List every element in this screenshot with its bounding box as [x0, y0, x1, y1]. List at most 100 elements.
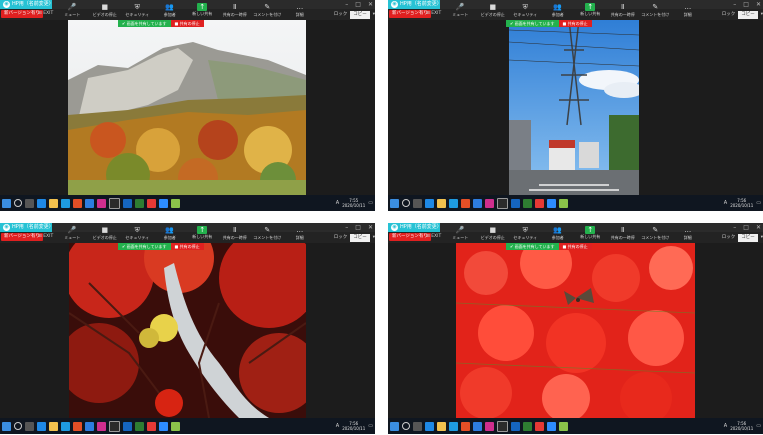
ime-indicator[interactable]: A — [724, 200, 727, 206]
folder-icon[interactable] — [437, 421, 446, 431]
edge-icon[interactable] — [425, 421, 434, 431]
copy-dropdown[interactable]: コピー — [738, 10, 758, 19]
notification-icon[interactable]: ▭ — [368, 423, 373, 429]
exit-button[interactable]: ⊞ EXIT — [38, 233, 53, 241]
maximize-icon[interactable]: □ — [355, 0, 361, 9]
minimize-icon[interactable]: – — [345, 0, 348, 9]
stop-share-button[interactable]: ■ 共有の停止 — [558, 20, 592, 27]
word-icon[interactable] — [123, 198, 132, 208]
photos-icon[interactable] — [171, 198, 180, 208]
search-icon[interactable] — [402, 199, 410, 207]
edge-icon[interactable] — [425, 198, 434, 208]
taskbar-clock[interactable]: 7:56 2020/10/11 — [730, 421, 753, 431]
annotate-button[interactable]: ✎ コメントを付け — [639, 3, 672, 20]
windows-start-icon[interactable] — [2, 198, 11, 208]
pause-share-button[interactable]: Ⅱ 共有の一時停 — [607, 226, 640, 243]
search-icon[interactable] — [402, 422, 410, 430]
photos-icon[interactable] — [559, 421, 568, 431]
task-view-icon[interactable] — [25, 198, 34, 208]
excel-icon[interactable] — [135, 421, 144, 431]
edge-icon[interactable] — [37, 198, 46, 208]
notification-icon[interactable]: ▭ — [756, 423, 761, 429]
app-icon[interactable] — [485, 421, 494, 431]
mute-button[interactable]: 🎤 ミュート — [444, 226, 477, 243]
taskbar-clock[interactable]: 7:56 2020/10/11 — [342, 421, 365, 431]
acrobat-icon[interactable] — [147, 198, 156, 208]
more-button[interactable]: … 詳細 — [672, 3, 705, 20]
participants-button[interactable]: 👥 参加者 — [542, 226, 575, 243]
word-icon[interactable] — [511, 421, 520, 431]
pause-share-button[interactable]: Ⅱ 共有の一時停 — [607, 3, 640, 20]
annotate-button[interactable]: ✎ コメントを付け — [639, 226, 672, 243]
mail-icon[interactable] — [473, 198, 482, 208]
new-share-button[interactable]: ↑ 新しい共有 — [186, 3, 219, 20]
annotate-button[interactable]: ✎ コメントを付け — [251, 226, 284, 243]
stop-share-button[interactable]: ■ 共有の停止 — [558, 243, 592, 250]
chevron-down-icon[interactable]: ▾ — [373, 11, 375, 19]
minimize-icon[interactable]: – — [733, 223, 736, 232]
security-button[interactable]: ⛨ セキュリティ — [509, 3, 542, 20]
stop-video-button[interactable]: ■ ビデオの停止 — [477, 226, 510, 243]
security-button[interactable]: ⛨ セキュリティ — [121, 226, 154, 243]
acrobat-icon[interactable] — [535, 421, 544, 431]
task-view-icon[interactable] — [413, 198, 422, 208]
calculator-icon[interactable] — [497, 197, 508, 209]
excel-icon[interactable] — [135, 198, 144, 208]
zoom-icon[interactable] — [547, 198, 556, 208]
task-view-icon[interactable] — [413, 421, 422, 431]
close-icon[interactable]: ✕ — [756, 0, 761, 9]
app-icon[interactable] — [97, 421, 106, 431]
annotate-button[interactable]: ✎ コメントを付け — [251, 3, 284, 20]
windows-start-icon[interactable] — [390, 421, 399, 431]
mute-button[interactable]: 🎤 ミュート — [56, 3, 89, 20]
copy-dropdown[interactable]: コピー — [350, 10, 370, 19]
exit-button[interactable]: ⊞ EXIT — [38, 10, 53, 18]
acrobat-icon[interactable] — [535, 198, 544, 208]
more-button[interactable]: … 詳細 — [284, 226, 317, 243]
taskbar-clock[interactable]: 7:55 2020/10/11 — [342, 198, 365, 208]
excel-icon[interactable] — [523, 421, 532, 431]
security-button[interactable]: ⛨ セキュリティ — [121, 3, 154, 20]
new-version-badge[interactable]: 新バージョン有り — [389, 10, 431, 18]
participants-button[interactable]: 👥 参加者 — [542, 3, 575, 20]
exit-button[interactable]: ⊞ EXIT — [426, 233, 441, 241]
security-button[interactable]: ⛨ セキュリティ — [509, 226, 542, 243]
lock-label[interactable]: ロック — [722, 11, 736, 19]
close-icon[interactable]: ✕ — [368, 0, 373, 9]
minimize-icon[interactable]: – — [345, 223, 348, 232]
zoom-icon[interactable] — [159, 198, 168, 208]
store-icon[interactable] — [449, 198, 458, 208]
stop-video-button[interactable]: ■ ビデオの停止 — [89, 226, 122, 243]
new-version-badge[interactable]: 新バージョン有り — [389, 233, 431, 241]
windows-start-icon[interactable] — [390, 198, 399, 208]
ime-indicator[interactable]: A — [724, 423, 727, 429]
mail-icon[interactable] — [85, 421, 94, 431]
minimize-icon[interactable]: – — [733, 0, 736, 9]
store-icon[interactable] — [61, 198, 70, 208]
windows-start-icon[interactable] — [2, 421, 11, 431]
stop-video-button[interactable]: ■ ビデオの停止 — [477, 3, 510, 20]
mute-button[interactable]: 🎤 ミュート — [444, 3, 477, 20]
taskbar-clock[interactable]: 7:56 2020/10/11 — [730, 198, 753, 208]
new-version-badge[interactable]: 新バージョン有り — [1, 233, 43, 241]
calculator-icon[interactable] — [109, 197, 120, 209]
mail-icon[interactable] — [473, 421, 482, 431]
pause-share-button[interactable]: Ⅱ 共有の一時停 — [219, 3, 252, 20]
notification-icon[interactable]: ▭ — [756, 200, 761, 206]
folder-icon[interactable] — [49, 198, 58, 208]
stop-video-button[interactable]: ■ ビデオの停止 — [89, 3, 122, 20]
notification-icon[interactable]: ▭ — [368, 200, 373, 206]
maximize-icon[interactable]: □ — [355, 223, 361, 232]
ime-indicator[interactable]: A — [336, 200, 339, 206]
new-share-button[interactable]: ↑ 新しい共有 — [186, 226, 219, 243]
stop-share-button[interactable]: ■ 共有の停止 — [170, 20, 204, 27]
new-share-button[interactable]: ↑ 新しい共有 — [574, 226, 607, 243]
acrobat-icon[interactable] — [147, 421, 156, 431]
chrome-icon[interactable] — [461, 421, 470, 431]
participants-button[interactable]: 👥 参加者 — [154, 226, 187, 243]
chrome-icon[interactable] — [461, 198, 470, 208]
word-icon[interactable] — [511, 198, 520, 208]
ime-indicator[interactable]: A — [336, 423, 339, 429]
maximize-icon[interactable]: □ — [743, 223, 749, 232]
more-button[interactable]: … 詳細 — [672, 226, 705, 243]
